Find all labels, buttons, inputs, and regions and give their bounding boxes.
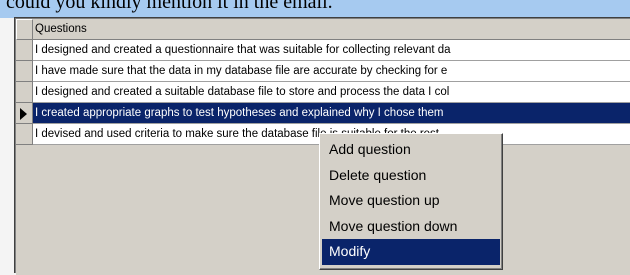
menu-item-modify[interactable]: Modify: [322, 239, 500, 265]
row-selector[interactable]: [16, 40, 33, 61]
top-banner: could you kindly mention it in the email…: [0, 0, 630, 18]
menu-item-move-question-down[interactable]: Move question down: [322, 214, 500, 240]
top-banner-text: could you kindly mention it in the email…: [6, 0, 333, 13]
question-cell[interactable]: I designed and created a suitable databa…: [33, 82, 630, 103]
question-cell[interactable]: I designed and created a questionnaire t…: [33, 40, 630, 61]
header-corner[interactable]: [16, 19, 33, 40]
menu-item-add-question[interactable]: Add question: [322, 137, 500, 163]
grid-header-row: Questions: [16, 19, 630, 40]
table-row[interactable]: I designed and created a suitable databa…: [16, 82, 630, 103]
row-selector[interactable]: [16, 82, 33, 103]
menu-item-delete-question[interactable]: Delete question: [322, 163, 500, 189]
row-selector[interactable]: [16, 61, 33, 82]
row-selector-current[interactable]: [16, 103, 33, 124]
context-menu: Add question Delete question Move questi…: [319, 133, 503, 270]
column-header-questions[interactable]: Questions: [33, 19, 630, 40]
menu-item-move-question-up[interactable]: Move question up: [322, 188, 500, 214]
table-row[interactable]: I have made sure that the data in my dat…: [16, 61, 630, 82]
current-row-pointer-icon: [20, 108, 27, 120]
table-row-selected[interactable]: I created appropriate graphs to test hyp…: [16, 103, 630, 124]
row-selector[interactable]: [16, 124, 33, 145]
question-cell-selected[interactable]: I created appropriate graphs to test hyp…: [33, 103, 630, 124]
question-cell[interactable]: I have made sure that the data in my dat…: [33, 61, 630, 82]
table-row[interactable]: I designed and created a questionnaire t…: [16, 40, 630, 61]
